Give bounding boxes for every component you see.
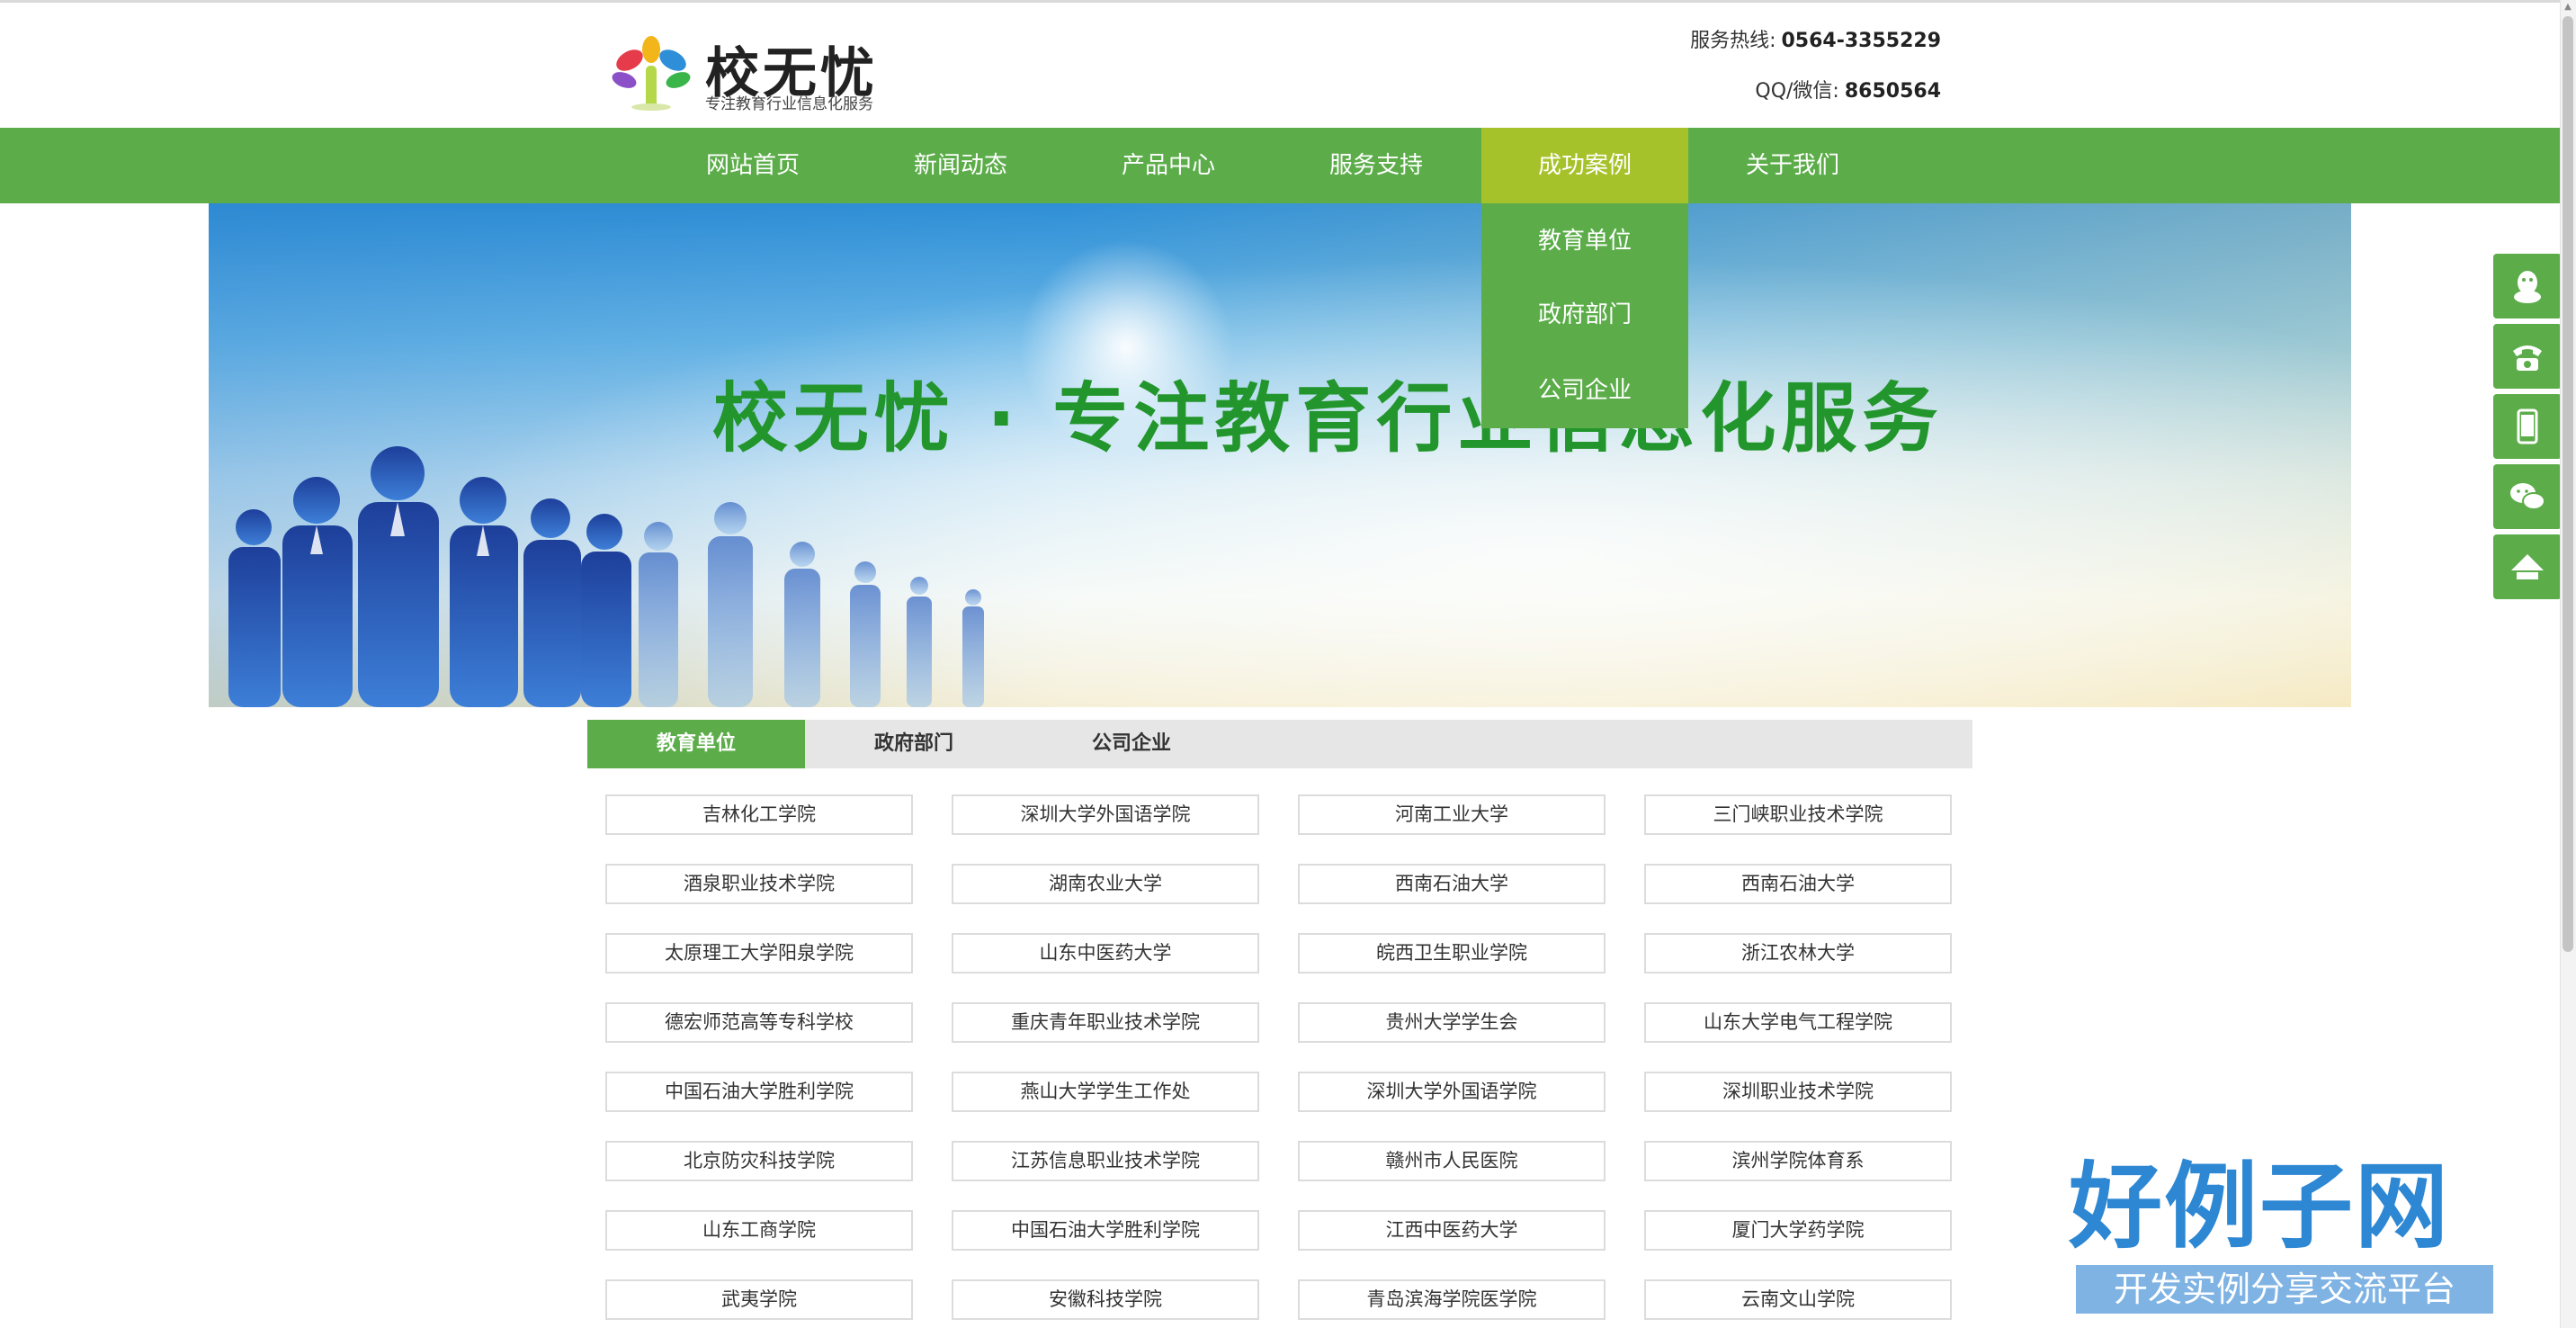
mobile-button[interactable] — [2493, 394, 2562, 459]
scrollbar-thumb[interactable] — [2563, 16, 2573, 952]
hotline-value: 0564-3355229 — [1781, 30, 1941, 52]
hero-banner: 校无忧 · 专注教育行业信息化服务 — [209, 203, 2351, 707]
watermark-title: 好例子网 — [2069, 1152, 2451, 1261]
case-item[interactable]: 中国石油大学胜利学院 — [952, 1210, 1259, 1251]
nav-item-support[interactable]: 服务支持 — [1273, 128, 1480, 203]
case-item[interactable]: 燕山大学学生工作处 — [952, 1072, 1259, 1112]
case-item[interactable]: 深圳职业技术学院 — [1644, 1072, 1952, 1112]
dropdown-item-education[interactable]: 教育单位 — [1481, 203, 1688, 277]
main-nav: 网站首页 新闻动态 产品中心 服务支持 成功案例 关于我们 — [0, 128, 2576, 203]
tab-government[interactable]: 政府部门 — [805, 720, 1023, 768]
banner-title: 校无忧 · 专注教育行业信息化服务 — [712, 374, 1944, 462]
case-item[interactable]: 山东工商学院 — [605, 1210, 913, 1251]
qq-button[interactable] — [2493, 254, 2562, 319]
case-item[interactable]: 三门峡职业技术学院 — [1644, 794, 1952, 835]
nav-item-news[interactable]: 新闻动态 — [857, 128, 1064, 203]
nav-item-cases[interactable]: 成功案例 — [1481, 128, 1688, 203]
back-to-top-button[interactable] — [2493, 534, 2562, 599]
qq-icon — [2514, 271, 2541, 303]
case-item[interactable]: 山东中医药大学 — [952, 933, 1259, 974]
case-item[interactable]: 酒泉职业技术学院 — [605, 864, 913, 904]
case-item[interactable]: 西南石油大学 — [1644, 864, 1952, 904]
case-item[interactable]: 吉林化工学院 — [605, 794, 913, 835]
dropdown-item-government[interactable]: 政府部门 — [1481, 277, 1688, 353]
qq-row: QQ/微信: 8650564 — [1690, 78, 1941, 105]
wechat-icon — [2510, 483, 2545, 510]
case-item[interactable]: 重庆青年职业技术学院 — [952, 1002, 1259, 1043]
cases-dropdown-menu: 教育单位 政府部门 公司企业 — [1481, 203, 1688, 428]
scroll-up-arrow-icon[interactable]: ▲ — [2563, 2, 2573, 13]
business-people-silhouettes — [228, 446, 984, 707]
phone-icon — [2513, 345, 2542, 371]
site-logo[interactable]: 校无忧 专注教育行业信息化服务 — [610, 30, 898, 113]
case-item[interactable]: 太原理工大学阳泉学院 — [605, 933, 913, 974]
tab-company[interactable]: 公司企业 — [1023, 720, 1240, 768]
hotline-row: 服务热线: 0564-3355229 — [1690, 28, 1941, 55]
case-item[interactable]: 浙江农林大学 — [1644, 933, 1952, 974]
case-item[interactable]: 厦门大学药学院 — [1644, 1210, 1952, 1251]
wechat-button[interactable] — [2493, 464, 2562, 529]
logo-subtitle: 专注教育行业信息化服务 — [705, 95, 873, 113]
case-item[interactable]: 江苏信息职业技术学院 — [952, 1141, 1259, 1181]
phone-button[interactable] — [2493, 324, 2562, 389]
watermark-subtitle: 开发实例分享交流平台 — [2076, 1265, 2493, 1314]
site-header: 校无忧 专注教育行业信息化服务 服务热线: 0564-3355229 QQ/微信:… — [0, 3, 2576, 128]
contact-info: 服务热线: 0564-3355229 QQ/微信: 8650564 — [1690, 28, 1941, 129]
qq-value: 8650564 — [1844, 80, 1941, 103]
case-item[interactable]: 河南工业大学 — [1298, 794, 1606, 835]
case-item[interactable]: 山东大学电气工程学院 — [1644, 1002, 1952, 1043]
site-watermark-logo: 好例子网 开发实例分享交流平台 — [2069, 1153, 2500, 1319]
case-item[interactable]: 深圳大学外国语学院 — [1298, 1072, 1606, 1112]
case-item[interactable]: 贵州大学学生会 — [1298, 1002, 1606, 1043]
case-item[interactable]: 湖南农业大学 — [952, 864, 1259, 904]
case-item[interactable]: 滨州学院体育系 — [1644, 1141, 1952, 1181]
case-item[interactable]: 江西中医药大学 — [1298, 1210, 1606, 1251]
nav-item-products[interactable]: 产品中心 — [1065, 128, 1272, 203]
case-item[interactable]: 北京防灾科技学院 — [605, 1141, 913, 1181]
case-item[interactable]: 武夷学院 — [605, 1279, 913, 1320]
case-item[interactable]: 云南文山学院 — [1644, 1279, 1952, 1320]
mobile-icon — [2517, 408, 2538, 444]
case-item[interactable]: 青岛滨海学院医学院 — [1298, 1279, 1606, 1320]
nav-item-home[interactable]: 网站首页 — [649, 128, 856, 203]
dropdown-item-company[interactable]: 公司企业 — [1481, 353, 1688, 428]
qq-label: QQ/微信: — [1755, 80, 1839, 103]
case-item[interactable]: 皖西卫生职业学院 — [1298, 933, 1606, 974]
case-item[interactable]: 德宏师范高等专科学校 — [605, 1002, 913, 1043]
cases-tab-bar: 教育单位 政府部门 公司企业 — [587, 720, 1972, 768]
logo-tree-icon — [612, 36, 691, 111]
tab-education[interactable]: 教育单位 — [587, 720, 805, 768]
case-item[interactable]: 西南石油大学 — [1298, 864, 1606, 904]
nav-item-about[interactable]: 关于我们 — [1689, 128, 1896, 203]
case-item[interactable]: 深圳大学外国语学院 — [952, 794, 1259, 835]
case-item[interactable]: 安徽科技学院 — [952, 1279, 1259, 1320]
back-to-top-icon — [2511, 554, 2544, 579]
case-item[interactable]: 中国石油大学胜利学院 — [605, 1072, 913, 1112]
case-item[interactable]: 赣州市人民医院 — [1298, 1141, 1606, 1181]
hotline-label: 服务热线: — [1690, 30, 1776, 52]
